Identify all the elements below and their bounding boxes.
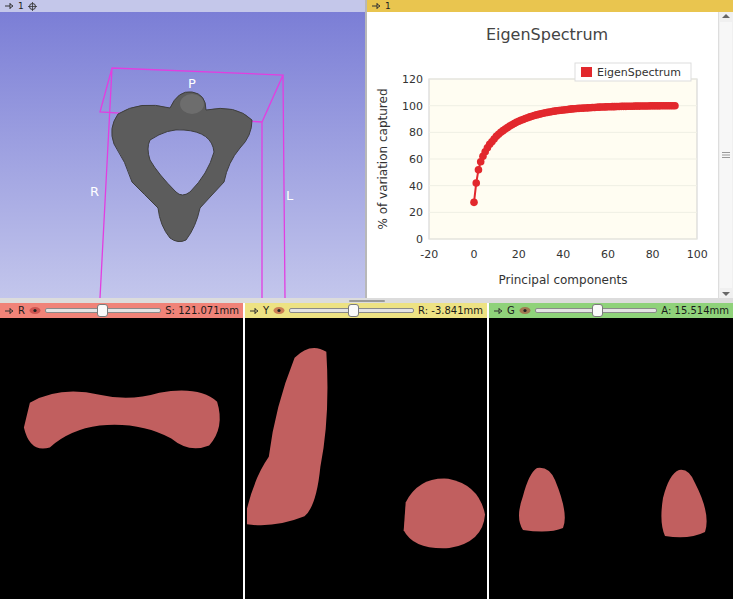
segment-region xyxy=(24,391,220,449)
scroll-up-icon[interactable] xyxy=(722,12,730,20)
crosshair-icon[interactable] xyxy=(28,2,37,11)
slice-slider[interactable] xyxy=(535,308,658,313)
y-tick: 80 xyxy=(409,126,697,139)
y-axis-label: % of variation captured xyxy=(376,88,390,229)
slice-offset: S: 121.071mm xyxy=(165,305,239,316)
slice-header: G A: 15.514mm xyxy=(489,303,733,318)
slice-letter: Y xyxy=(263,305,269,316)
chart-view-header: 1 xyxy=(367,0,733,12)
svg-text:60: 60 xyxy=(409,153,423,166)
vertebra-render xyxy=(0,12,365,298)
pin-icon[interactable] xyxy=(4,2,14,10)
orientation-label: R xyxy=(90,184,99,199)
svg-text:80: 80 xyxy=(409,126,423,139)
visibility-icon[interactable] xyxy=(29,306,41,315)
slice-header: R S: 121.071mm xyxy=(0,303,243,318)
x-tick: 20 xyxy=(512,248,526,261)
visibility-icon[interactable] xyxy=(519,306,531,315)
chart-point[interactable] xyxy=(472,179,480,187)
y-tick: 40 xyxy=(409,180,697,193)
chart-legend: EigenSpectrum xyxy=(575,63,691,81)
slice-view: G A: 15.514mm xyxy=(489,303,733,599)
slice-view: Y R: -3.841mm xyxy=(245,303,487,599)
slice-canvas[interactable] xyxy=(245,318,487,599)
x-tick: 40 xyxy=(556,248,570,261)
svg-text:40: 40 xyxy=(409,180,423,193)
segment-region xyxy=(519,468,565,532)
view-3d: 1 P R L xyxy=(0,0,365,298)
chart-point[interactable] xyxy=(470,199,478,207)
chart-series xyxy=(470,102,679,206)
scrollbar[interactable] xyxy=(718,12,733,298)
segment-region xyxy=(404,479,485,549)
segmentation-slice xyxy=(0,318,243,599)
slicer-window: 1 P R L 1 EigenSpectrum 0 20 40 60 80 100 120 -20 0 20 4… xyxy=(0,0,733,599)
view-label: 1 xyxy=(385,0,391,12)
x-tick: -20 xyxy=(420,248,438,261)
segmentation-slice xyxy=(245,318,487,599)
x-tick: 100 xyxy=(687,248,708,261)
pin-icon[interactable] xyxy=(249,307,259,315)
slice-offset: R: -3.841mm xyxy=(418,305,483,316)
slice-canvas[interactable] xyxy=(0,318,243,599)
slice-header: Y R: -3.841mm xyxy=(245,303,487,318)
segment-region xyxy=(661,470,706,538)
orientation-label: P xyxy=(188,76,196,91)
chart-title: EigenSpectrum xyxy=(486,25,608,44)
slider-thumb[interactable] xyxy=(348,304,359,317)
slice-offset: A: 15.514mm xyxy=(661,305,729,316)
segment-region xyxy=(247,348,327,525)
svg-text:120: 120 xyxy=(402,73,423,86)
slice-letter: R xyxy=(18,305,25,316)
slice-slider[interactable] xyxy=(45,308,161,313)
svg-text:100: 100 xyxy=(402,100,423,113)
eigenspectrum-chart: EigenSpectrum 0 20 40 60 80 100 120 -20 0 20 40 60 80… xyxy=(367,12,718,297)
grip-icon xyxy=(722,152,730,158)
svg-text:EigenSpectrum: EigenSpectrum xyxy=(597,66,681,79)
chart-body: EigenSpectrum 0 20 40 60 80 100 120 -20 0 20 40 60 80… xyxy=(367,12,733,298)
plot-area xyxy=(429,79,697,239)
slider-thumb[interactable] xyxy=(97,304,108,317)
pin-icon[interactable] xyxy=(493,307,503,315)
pin-icon[interactable] xyxy=(4,307,14,315)
slice-views: R S: 121.071mm Y R: -3.841mm G A: 15.514mm xyxy=(0,303,733,599)
x-tick: 80 xyxy=(646,248,660,261)
slice-letter: G xyxy=(507,305,515,316)
chart-point[interactable] xyxy=(475,166,483,174)
slice-slider[interactable] xyxy=(289,308,414,313)
orientation-label: L xyxy=(286,188,293,203)
chart-area: EigenSpectrum 0 20 40 60 80 100 120 -20 0 20 40 60 80… xyxy=(367,12,718,298)
segmentation-slice xyxy=(489,318,733,599)
slider-thumb[interactable] xyxy=(592,304,603,317)
slice-view: R S: 121.071mm xyxy=(0,303,243,599)
slice-canvas[interactable] xyxy=(489,318,733,599)
chart-view: 1 EigenSpectrum 0 20 40 60 80 100 120 -20 0 20 40 60 8… xyxy=(367,0,733,298)
x-axis-label: Principal components xyxy=(498,273,627,287)
view-3d-header: 1 xyxy=(0,0,365,12)
visibility-icon[interactable] xyxy=(273,306,285,315)
scroll-thumb[interactable] xyxy=(720,22,732,288)
svg-text:0: 0 xyxy=(416,233,423,246)
x-tick: 60 xyxy=(601,248,615,261)
view-label: 1 xyxy=(18,0,24,12)
y-tick: 60 xyxy=(409,153,697,166)
x-tick: 0 xyxy=(471,248,478,261)
y-tick: 0 xyxy=(416,233,697,246)
scroll-down-icon[interactable] xyxy=(722,290,730,298)
chart-point[interactable] xyxy=(671,102,679,110)
svg-text:20: 20 xyxy=(409,206,423,219)
y-tick: 20 xyxy=(409,206,697,219)
top-row: 1 P R L 1 EigenSpectrum 0 20 40 60 80 100 120 -20 0 20 4… xyxy=(0,0,733,298)
pin-icon[interactable] xyxy=(371,2,381,10)
render-canvas[interactable]: P R L xyxy=(0,12,365,298)
